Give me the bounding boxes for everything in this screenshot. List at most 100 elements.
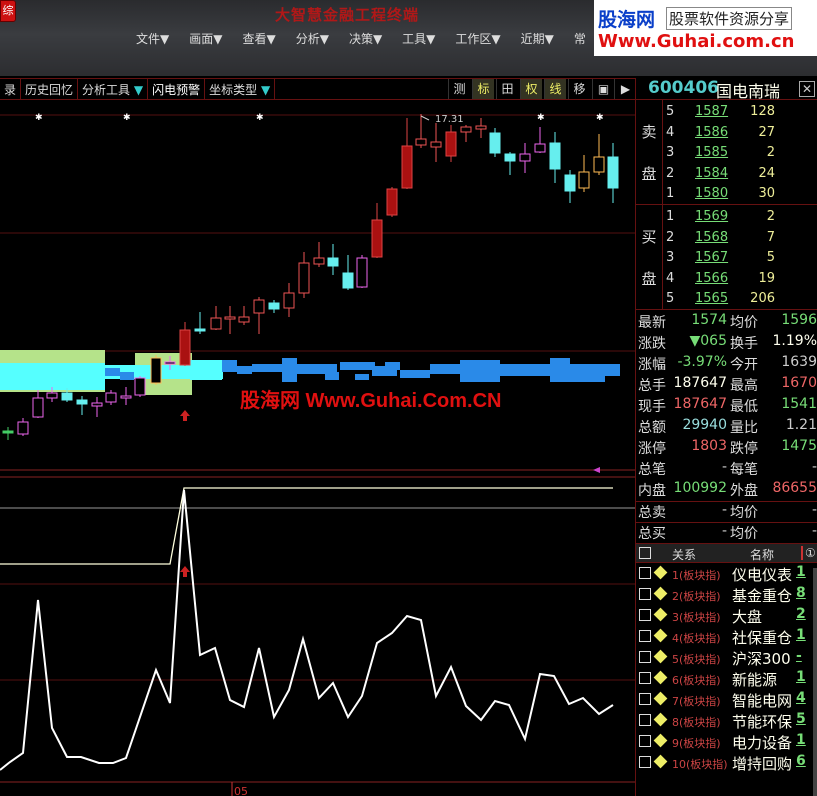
- window-icon[interactable]: ▣: [592, 79, 614, 99]
- related-name: 电力设备: [732, 734, 793, 752]
- row-checkbox[interactable]: [639, 588, 651, 600]
- related-item[interactable]: 2(板块指) 基金重仓 8: [636, 584, 817, 605]
- rights-button[interactable]: 权: [520, 79, 542, 99]
- related-item[interactable]: 8(板块指) 节能环保 5: [636, 710, 817, 731]
- menu-analysis[interactable]: 分析▼: [296, 30, 329, 47]
- high-price-pointer: [420, 115, 430, 121]
- toolbar-coord-type[interactable]: 坐标类型 ▼: [205, 79, 276, 99]
- ask-row[interactable]: 5 1587 128: [666, 104, 816, 125]
- related-item[interactable]: 9(板块指) 电力设备 1: [636, 731, 817, 752]
- candle-body: [327, 257, 339, 267]
- expand-icon[interactable]: ▶: [614, 79, 636, 99]
- event-star-icon: ✱: [537, 113, 545, 123]
- related-item[interactable]: 7(板块指) 智能电网 4: [636, 689, 817, 710]
- related-type: 7(板块指): [672, 695, 721, 708]
- move-button[interactable]: 移: [568, 79, 590, 99]
- header-name[interactable]: 名称: [750, 546, 774, 563]
- candle-body: [268, 302, 280, 310]
- related-item[interactable]: 6(板块指) 新能源 1: [636, 668, 817, 689]
- bid-row[interactable]: 5 1565 206: [666, 291, 816, 312]
- menu-bar: 文件▼ 画面▼ 查看▼ 分析▼ 决策▼ 工具▼ 工作区▼ 近期▼ 常: [136, 30, 606, 47]
- related-item[interactable]: 4(板块指) 社保重仓 1: [636, 626, 817, 647]
- quote-label: 跌停: [730, 441, 758, 457]
- menu-recent[interactable]: 近期▼: [521, 30, 554, 47]
- row-checkbox[interactable]: [639, 672, 651, 684]
- candle-body: [194, 328, 206, 332]
- bid-row[interactable]: 3 1567 5: [666, 250, 816, 271]
- volume: 2: [766, 145, 775, 160]
- row-checkbox[interactable]: [639, 693, 651, 705]
- row-checkbox[interactable]: [639, 609, 651, 621]
- header-extra[interactable]: ①: [801, 546, 816, 560]
- candle-body: [475, 125, 487, 130]
- bid-row[interactable]: 2 1568 7: [666, 230, 816, 251]
- row-checkbox[interactable]: [639, 714, 651, 726]
- band-block: [325, 372, 339, 380]
- volume: 128: [750, 104, 775, 119]
- related-item[interactable]: 10(板块指) 增持回购 6: [636, 752, 817, 773]
- quote-value: 1.21: [785, 417, 817, 433]
- kline-chart[interactable]: ✱ ✱ ✱ ✱ ✱ 17.31 股海网 Www.Guhai.Com.CN 05: [0, 100, 635, 796]
- ask-row[interactable]: 4 1586 27: [666, 125, 816, 146]
- quote-label: 总手: [638, 378, 666, 394]
- quote-value: -: [811, 523, 817, 539]
- bid-book: 买盘 1 1569 2 2 1568 7 3 1567 5 4 1566 19 5 1565 206: [636, 205, 817, 310]
- candle-body: [120, 395, 132, 399]
- toolbar-history[interactable]: 历史回忆: [21, 79, 79, 99]
- quote-value: 1639: [781, 354, 817, 370]
- mark-button[interactable]: 标: [472, 79, 494, 99]
- ask-row[interactable]: 2 1584 24: [666, 166, 816, 187]
- band-block: [105, 368, 120, 376]
- row-checkbox[interactable]: [639, 567, 651, 579]
- label: 卖: [641, 122, 657, 141]
- signal-line: [0, 487, 613, 565]
- header-relation[interactable]: 关系: [672, 546, 696, 563]
- menu-screen[interactable]: 画面▼: [189, 30, 222, 47]
- level: 1: [666, 209, 675, 224]
- corner-button[interactable]: 综: [0, 0, 16, 22]
- menu-view[interactable]: 查看▼: [242, 30, 275, 47]
- toolbar-flash-alert[interactable]: 闪电预警: [148, 79, 206, 99]
- level: 3: [666, 145, 675, 160]
- buy-arrow-icon: [180, 410, 190, 421]
- band-block: [222, 360, 237, 372]
- grid-button[interactable]: 田: [496, 79, 518, 99]
- ask-row[interactable]: 3 1585 2: [666, 145, 816, 166]
- row-checkbox[interactable]: [639, 630, 651, 642]
- quote-row: 涨停 1803 跌停 1475: [636, 438, 817, 459]
- menu-tools[interactable]: 工具▼: [402, 30, 435, 47]
- row-checkbox[interactable]: [639, 735, 651, 747]
- price: 1580: [695, 186, 729, 201]
- link-icon: [653, 607, 668, 622]
- related-item[interactable]: 1(板块指) 仪电仪表 1: [636, 563, 817, 584]
- related-item[interactable]: 3(板块指) 大盘 2: [636, 605, 817, 626]
- scrollbar[interactable]: [813, 568, 817, 796]
- select-all-checkbox[interactable]: [639, 547, 651, 559]
- toolbar-record[interactable]: 录: [0, 79, 22, 99]
- row-checkbox[interactable]: [639, 756, 651, 768]
- toolbar-analysis-tools[interactable]: 分析工具 ▼: [78, 79, 149, 99]
- candle-body: [91, 402, 103, 407]
- related-value: 6: [796, 753, 806, 769]
- ask-row[interactable]: 1 1580 30: [666, 186, 816, 207]
- row-checkbox[interactable]: [639, 651, 651, 663]
- quote-label: 每笔: [730, 462, 758, 478]
- related-type: 8(板块指): [672, 716, 721, 729]
- bid-row[interactable]: 1 1569 2: [666, 209, 816, 230]
- menu-workspace[interactable]: 工作区▼: [455, 30, 500, 47]
- related-value: 8: [796, 585, 806, 601]
- related-item[interactable]: 5(板块指) 沪深300-: [636, 647, 817, 668]
- related-header: 关系 名称 ①: [636, 543, 817, 563]
- menu-common[interactable]: 常: [574, 30, 586, 47]
- candle-body: [134, 377, 146, 396]
- menu-decision[interactable]: 决策▼: [349, 30, 382, 47]
- candle-body: [76, 399, 88, 405]
- quote-value: 100992: [673, 480, 727, 496]
- menu-file[interactable]: 文件▼: [136, 30, 169, 47]
- close-icon[interactable]: ✕: [799, 81, 815, 97]
- bid-row[interactable]: 4 1566 19: [666, 271, 816, 292]
- related-type: 10(板块指): [672, 758, 728, 771]
- link-icon: [653, 733, 668, 748]
- line-button[interactable]: 线: [544, 79, 566, 99]
- measure-button[interactable]: 测: [448, 79, 470, 99]
